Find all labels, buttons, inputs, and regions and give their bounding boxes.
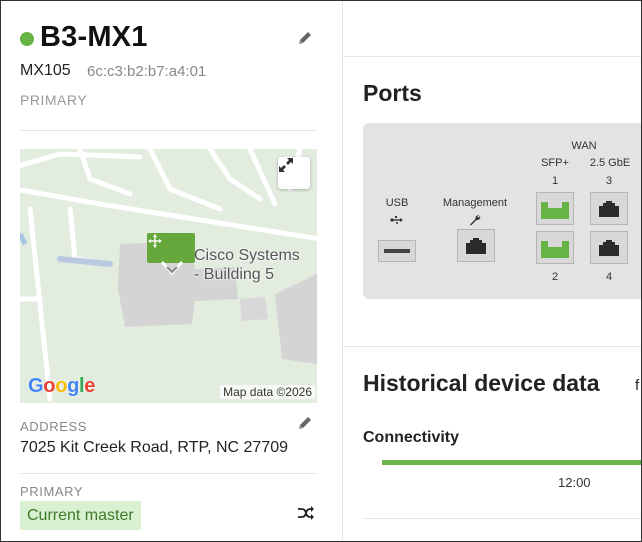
ports-title: Ports bbox=[363, 80, 422, 106]
google-logo: Google bbox=[28, 375, 96, 397]
divider bbox=[20, 130, 317, 131]
port-number-3: 3 bbox=[605, 175, 613, 187]
address-value: 7025 Kit Creek Road, RTP, NC 27709 bbox=[20, 439, 289, 456]
management-label: Management bbox=[442, 197, 508, 209]
address-label: ADDRESS bbox=[20, 419, 88, 434]
divider bbox=[20, 473, 317, 474]
device-model: MX105 bbox=[20, 62, 71, 79]
ports-diagram: USB Management WAN SFP+ 2.5 GbE 1 3 2 4 bbox=[363, 123, 641, 299]
expand-arrows-icon bbox=[279, 158, 293, 172]
move-arrows-icon bbox=[148, 234, 162, 248]
gbe-label: 2.5 GbE bbox=[589, 157, 631, 169]
pencil-icon[interactable] bbox=[297, 415, 313, 431]
place-line-2: - Building 5 bbox=[194, 266, 275, 283]
wan-port-3[interactable] bbox=[590, 192, 628, 225]
primary-label: PRIMARY bbox=[20, 484, 84, 499]
port-number-1: 1 bbox=[551, 175, 559, 187]
wan-label: WAN bbox=[571, 140, 597, 152]
wan-port-1[interactable] bbox=[536, 192, 574, 225]
device-location-pin[interactable] bbox=[147, 233, 195, 263]
port-number-2: 2 bbox=[551, 271, 559, 283]
ethernet-port-icon bbox=[599, 200, 619, 217]
sfp-port-icon bbox=[541, 240, 569, 258]
wan-port-2[interactable] bbox=[536, 231, 574, 264]
status-indicator bbox=[20, 32, 34, 46]
map-place-label: Cisco Systems - Building 5 bbox=[194, 246, 300, 284]
usb-label: USB bbox=[385, 197, 409, 209]
sfp-port-icon bbox=[541, 201, 569, 219]
divider bbox=[363, 518, 641, 519]
historical-data-title: Historical device data bbox=[363, 370, 600, 396]
connectivity-label: Connectivity bbox=[363, 429, 460, 446]
wan-port-4[interactable] bbox=[590, 231, 628, 264]
usb-port[interactable] bbox=[378, 240, 416, 262]
pin-pointer bbox=[161, 261, 183, 276]
management-port[interactable] bbox=[457, 229, 495, 262]
mac-address: 6c:c3:b2:b7:a4:01 bbox=[87, 63, 207, 80]
device-role: PRIMARY bbox=[20, 92, 88, 108]
location-map[interactable]: Cisco Systems - Building 5 Google Map da… bbox=[20, 149, 317, 403]
historical-data-extra[interactable]: f bbox=[635, 377, 639, 394]
place-line-1: Cisco Systems bbox=[194, 247, 300, 264]
connectivity-bar[interactable] bbox=[382, 460, 641, 465]
shuffle-icon[interactable] bbox=[297, 504, 315, 522]
pencil-icon[interactable] bbox=[297, 30, 313, 46]
device-name: B3-MX1 bbox=[40, 21, 148, 53]
ethernet-port-icon bbox=[599, 239, 619, 256]
device-summary-panel: B3-MX1 MX105 6c:c3:b2:b7:a4:01 PRIMARY C… bbox=[1, 1, 343, 541]
device-details-window: B3-MX1 MX105 6c:c3:b2:b7:a4:01 PRIMARY C… bbox=[0, 0, 642, 542]
sfp-label: SFP+ bbox=[541, 157, 569, 169]
divider bbox=[343, 346, 641, 347]
ethernet-port-icon bbox=[466, 237, 486, 254]
current-master-badge: Current master bbox=[20, 501, 141, 530]
top-bar bbox=[343, 1, 641, 57]
expand-map-button[interactable] bbox=[278, 157, 310, 189]
time-axis-tick: 12:00 bbox=[558, 475, 591, 490]
port-number-4: 4 bbox=[605, 271, 613, 283]
usb-icon bbox=[390, 212, 404, 230]
map-data-attribution[interactable]: Map data ©2026 bbox=[220, 385, 315, 399]
